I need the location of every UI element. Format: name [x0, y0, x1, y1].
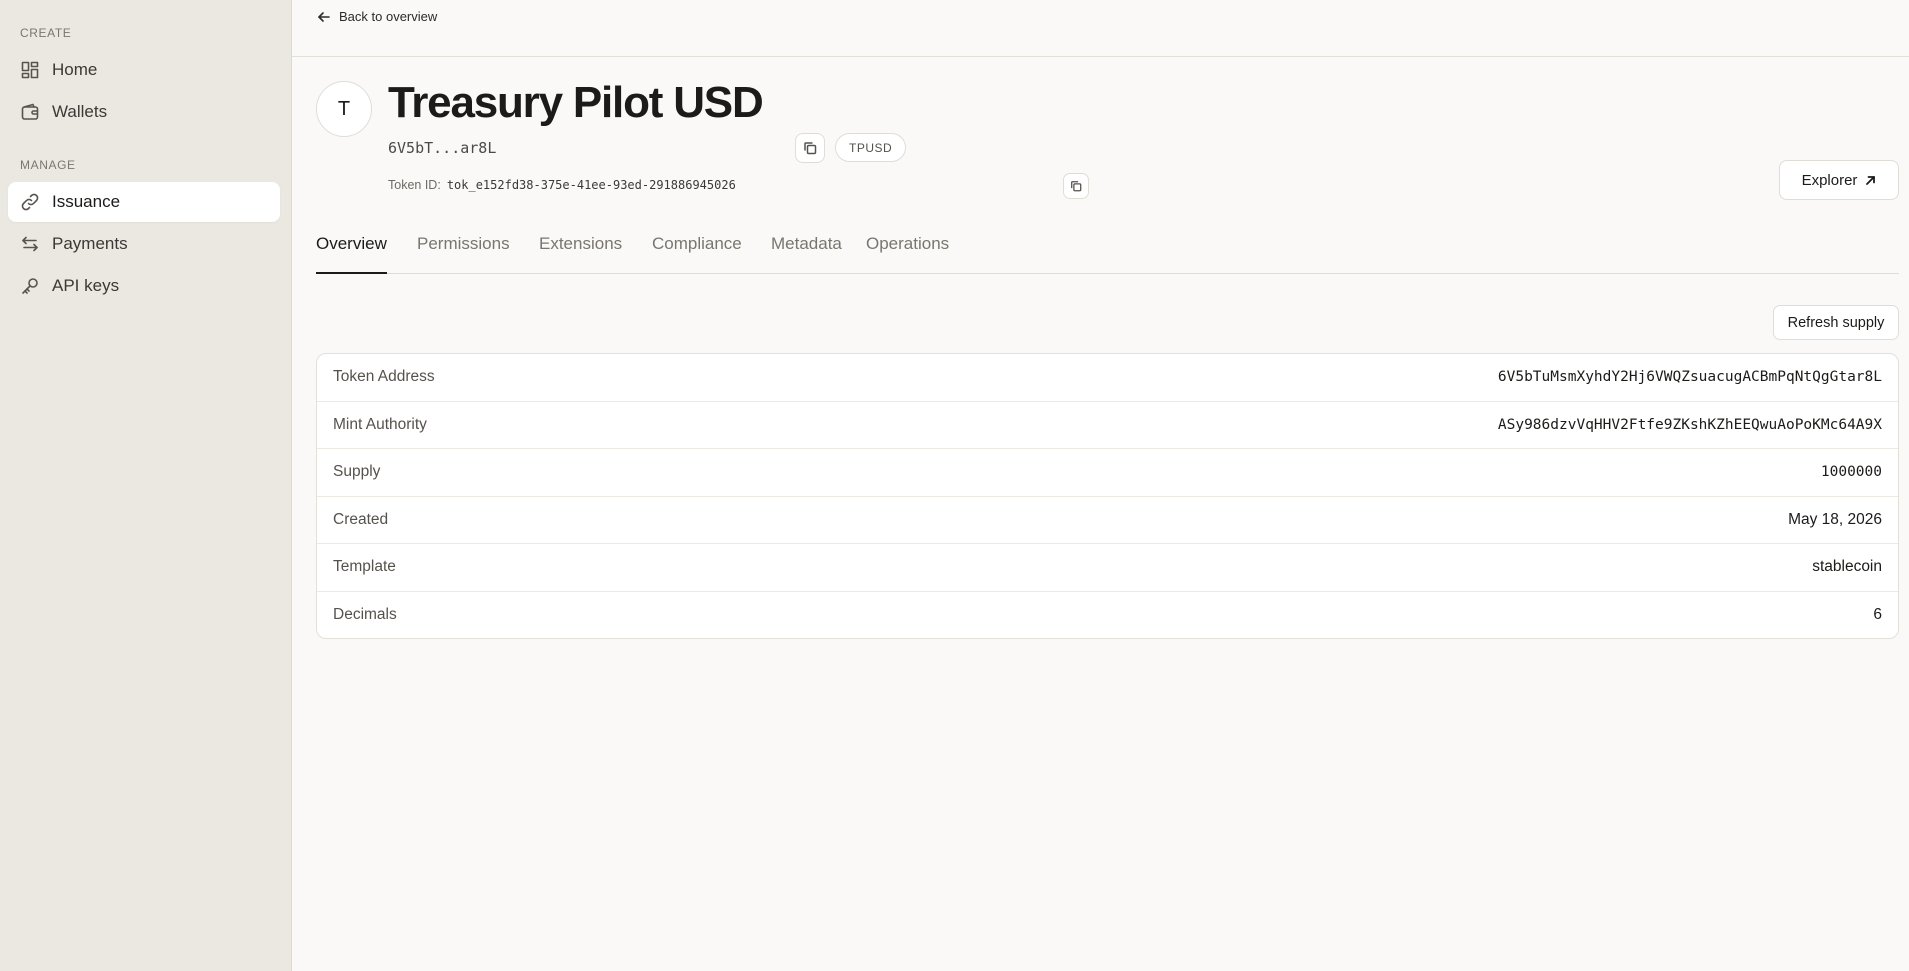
detail-value: May 18, 2026	[1788, 510, 1882, 528]
copy-icon	[804, 142, 817, 155]
detail-row-decimals: Decimals 6	[317, 592, 1898, 639]
sidebar-item-label: Payments	[52, 234, 128, 253]
copy-icon	[1071, 181, 1082, 192]
detail-row-template: Template stablecoin	[317, 544, 1898, 592]
detail-value: 1000000	[1820, 464, 1882, 481]
main-content: Back to overview T Treasury Pilot USD 6V…	[292, 0, 1909, 971]
tab-operations[interactable]: Operations	[866, 227, 949, 274]
tab-permissions[interactable]: Permissions	[417, 227, 510, 274]
detail-row-mint-authority: Mint Authority ASy986dzvVqHHV2Ftfe9ZKshK…	[317, 402, 1898, 449]
detail-label: Supply	[333, 463, 381, 481]
dashboard-icon	[20, 60, 40, 80]
tab-overview[interactable]: Overview	[316, 227, 387, 274]
detail-label: Template	[333, 558, 396, 576]
tab-bar: Overview Permissions Extensions Complian…	[316, 227, 1899, 274]
copy-token-id-button[interactable]	[1063, 173, 1089, 199]
detail-value: ASy986dzvVqHHV2Ftfe9ZKshKZhEEQwuAoPoKMc6…	[1497, 416, 1882, 433]
detail-row-supply: Supply 1000000	[317, 449, 1898, 497]
key-icon	[20, 276, 40, 296]
top-bar: Back to overview	[292, 0, 1909, 57]
detail-row-token-address: Token Address 6V5bTuMsmXyhdY2Hj6VWQZsuac…	[317, 354, 1898, 402]
link-icon	[20, 192, 40, 212]
wallet-icon	[20, 102, 40, 122]
sidebar-item-issuance[interactable]: Issuance	[8, 182, 280, 222]
sidebar-item-payments[interactable]: Payments	[8, 224, 280, 264]
token-avatar: T	[316, 81, 372, 137]
token-details-table: Token Address 6V5bTuMsmXyhdY2Hj6VWQZsuac…	[316, 353, 1899, 639]
token-symbol-badge: TPUSD	[835, 133, 907, 162]
sidebar-item-label: Home	[52, 60, 98, 79]
tab-compliance[interactable]: Compliance	[652, 227, 742, 274]
tab-extensions[interactable]: Extensions	[539, 227, 622, 274]
token-id: Token ID: tok_e152fd38-375e-41ee-93ed-291…	[388, 178, 736, 192]
detail-label: Token Address	[333, 368, 435, 386]
section-label-create: CREATE	[20, 26, 72, 40]
sidebar-item-home[interactable]: Home	[8, 50, 280, 90]
external-link-icon	[1866, 175, 1876, 185]
arrow-left-icon	[318, 11, 330, 22]
tab-metadata[interactable]: Metadata	[771, 227, 842, 274]
refresh-supply-button[interactable]: Refresh supply	[1773, 305, 1899, 340]
sidebar-item-api-keys[interactable]: API keys	[8, 266, 280, 306]
token-id-value: tok_e152fd38-375e-41ee-93ed-291886945026	[446, 178, 736, 192]
page-title: Treasury Pilot USD	[388, 78, 764, 127]
explorer-label: Explorer	[1801, 171, 1858, 189]
back-link-label: Back to overview	[339, 9, 438, 24]
back-to-overview-link[interactable]: Back to overview	[317, 9, 437, 24]
token-id-label: Token ID:	[388, 178, 441, 192]
detail-value: 6V5bTuMsmXyhdY2Hj6VWQZsuacugACBmPqNtQgGt…	[1497, 369, 1882, 386]
sidebar-item-label: API keys	[52, 276, 120, 295]
detail-value: 6	[1873, 606, 1882, 624]
detail-label: Created	[333, 510, 389, 528]
detail-label: Mint Authority	[333, 415, 427, 433]
detail-value: stablecoin	[1812, 558, 1882, 576]
transfer-icon	[20, 234, 40, 254]
sidebar-item-wallets[interactable]: Wallets	[8, 92, 280, 132]
sidebar: CREATE Home Wallets MANAGE Issuance Paym…	[0, 0, 292, 971]
explorer-button[interactable]: Explorer	[1779, 160, 1899, 200]
sidebar-item-label: Issuance	[52, 192, 121, 211]
copy-address-button[interactable]	[795, 133, 825, 163]
token-address-short: 6V5bT...ar8L	[388, 139, 497, 157]
detail-label: Decimals	[333, 606, 397, 624]
section-label-manage: MANAGE	[20, 158, 76, 172]
detail-row-created: Created May 18, 2026	[317, 497, 1898, 544]
sidebar-item-label: Wallets	[52, 102, 108, 121]
